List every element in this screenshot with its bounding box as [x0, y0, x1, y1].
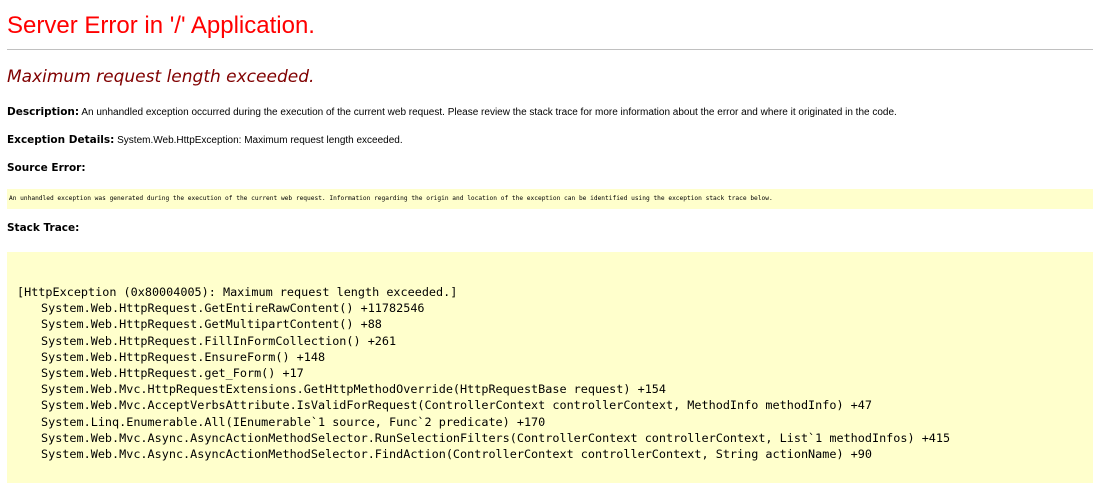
exception-details-line: Exception Details: System.Web.HttpExcept…: [7, 134, 403, 147]
stack-trace-heading: Stack Trace:: [7, 222, 80, 234]
error-page: Server Error in '/' Application. Maximum…: [0, 0, 1093, 483]
stack-trace-line: [HttpException (0x80004005): Maximum req…: [17, 285, 458, 299]
stack-trace-box: [HttpException (0x80004005): Maximum req…: [7, 252, 1093, 483]
source-error-text: An unhandled exception was generated dur…: [9, 195, 773, 202]
stack-trace-line: System.Web.Mvc.Async.AsyncActionMethodSe…: [41, 430, 951, 445]
stack-trace-text: [HttpException (0x80004005): Maximum req…: [7, 252, 1093, 462]
title-divider: [7, 49, 1093, 50]
description-label: Description:: [7, 106, 80, 118]
stack-trace-line: System.Linq.Enumerable.All(IEnumerable`1…: [41, 414, 546, 429]
page-title: Server Error in '/' Application.: [7, 12, 315, 39]
error-message: Maximum request length exceeded.: [7, 67, 315, 87]
exception-details-label: Exception Details:: [7, 134, 115, 146]
description-text: An unhandled exception occurred during t…: [79, 107, 897, 118]
stack-trace-line: System.Web.Mvc.AcceptVerbsAttribute.IsVa…: [41, 398, 872, 413]
stack-trace-line: System.Web.HttpRequest.GetEntireRawConte…: [41, 301, 425, 316]
stack-trace-line: System.Web.HttpRequest.FillInFormCollect…: [41, 333, 397, 348]
stack-trace-line: System.Web.HttpRequest.EnsureForm() +148: [41, 349, 326, 364]
stack-trace-line: System.Web.HttpRequest.get_Form() +17: [41, 366, 304, 381]
stack-trace-line: System.Web.HttpRequest.GetMultipartConte…: [41, 317, 382, 332]
stack-trace-line: System.Web.Mvc.Async.AsyncActionMethodSe…: [41, 447, 872, 462]
description-line: Description: An unhandled exception occu…: [7, 106, 897, 119]
source-error-box: An unhandled exception was generated dur…: [7, 189, 1093, 209]
stack-trace-line: System.Web.Mvc.HttpRequestExtensions.Get…: [41, 382, 667, 397]
source-error-heading: Source Error:: [7, 162, 86, 174]
exception-details-text: System.Web.HttpException: Maximum reques…: [114, 135, 403, 146]
